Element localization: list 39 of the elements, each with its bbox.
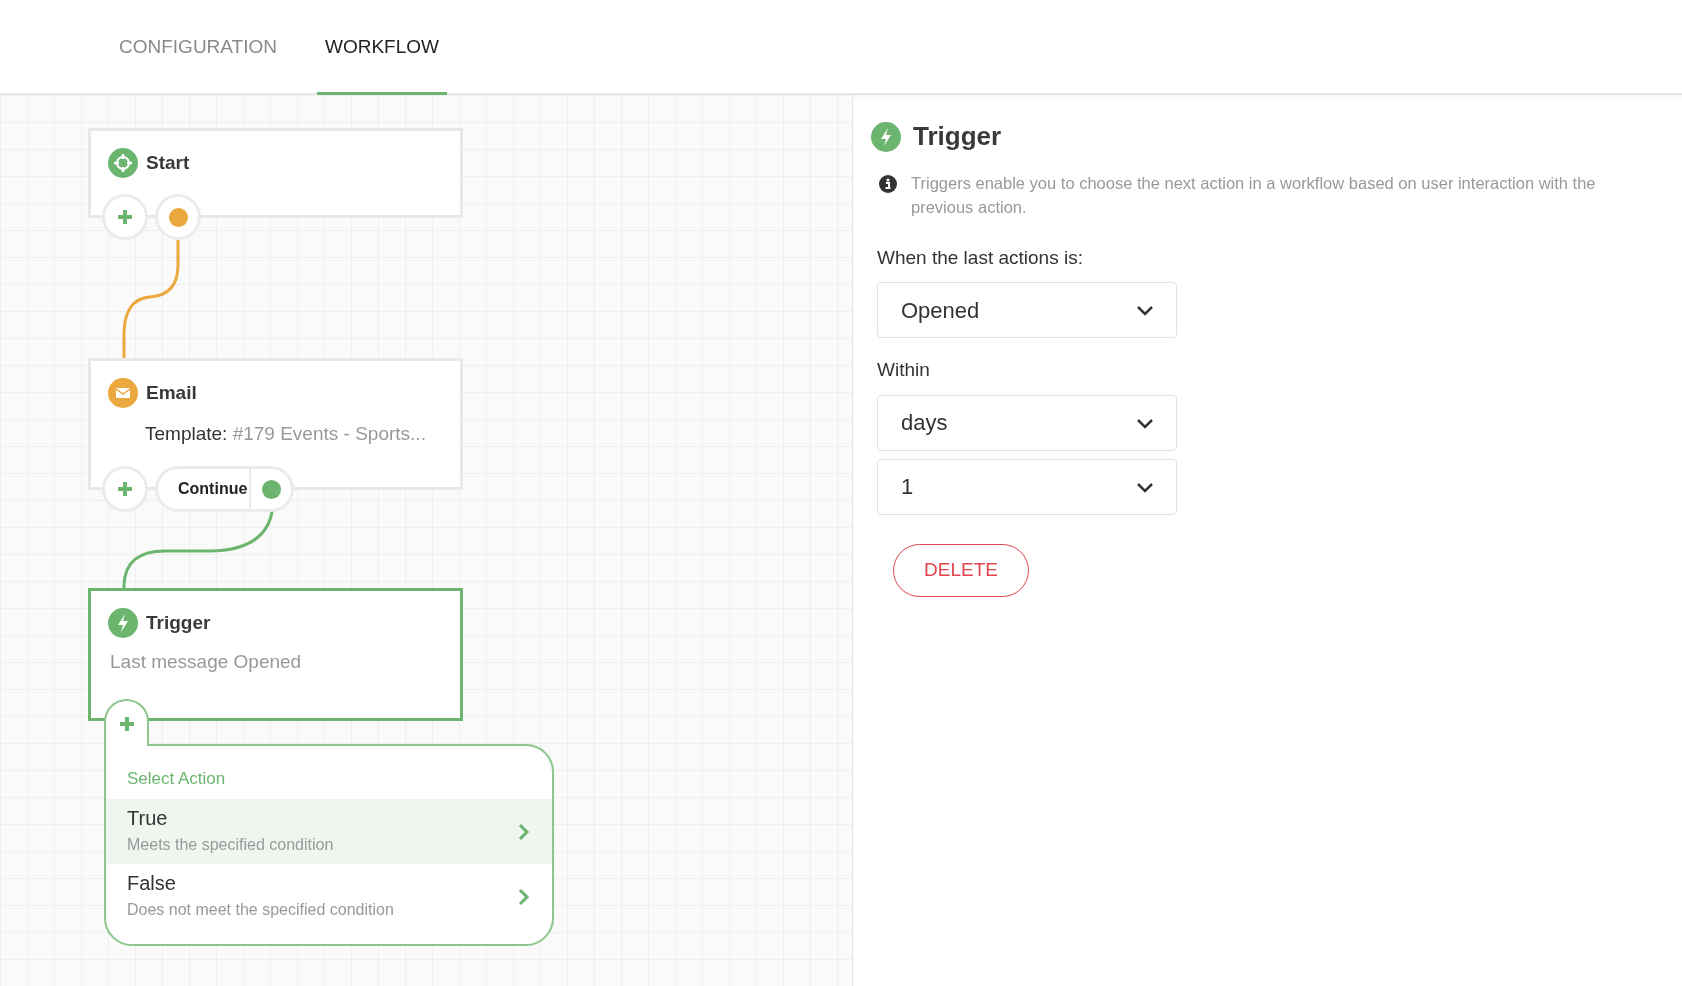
chevron-down-icon bbox=[1136, 304, 1154, 317]
option-label: False bbox=[127, 871, 177, 895]
node-title: Start bbox=[146, 150, 190, 175]
envelope-icon bbox=[108, 378, 138, 408]
select-field[interactable]: Opened bbox=[877, 282, 1177, 339]
menu-title: Select Action bbox=[126, 768, 226, 790]
delete-button[interactable]: DELETE bbox=[893, 543, 1029, 597]
menu-option[interactable]: True Meets the specified condition bbox=[106, 799, 552, 864]
field-label: Within bbox=[877, 358, 930, 383]
option-label: True bbox=[127, 806, 169, 830]
crosshair-icon bbox=[108, 148, 138, 178]
chevron-right-icon bbox=[518, 887, 530, 906]
plus-icon bbox=[116, 480, 134, 498]
menu-option[interactable]: False Does not meet the specified condition bbox=[106, 864, 552, 929]
node-title: Email bbox=[146, 380, 197, 405]
chevron-right-icon bbox=[518, 822, 530, 841]
template-text: Template: #179 Events - Sports... bbox=[144, 422, 427, 446]
continue-button[interactable]: Continue bbox=[155, 466, 251, 512]
field-label: When the last actions is: bbox=[877, 245, 1083, 270]
trigger-node[interactable]: Trigger Last message Opened bbox=[88, 588, 463, 721]
start-node[interactable]: Start bbox=[88, 128, 463, 218]
panel-title: Trigger bbox=[913, 120, 1002, 153]
info-text: Triggers enable you to choose the next action in a workflow based on user interaction with the previous action. bbox=[911, 173, 1597, 218]
plus-icon bbox=[116, 208, 134, 226]
option-description: Meets the specified condition bbox=[127, 835, 334, 855]
node-summary: Last message Opened bbox=[109, 650, 303, 674]
chevron-down-icon bbox=[1136, 480, 1154, 493]
output-port[interactable] bbox=[251, 466, 294, 512]
bolt-icon bbox=[108, 608, 138, 638]
info-icon bbox=[879, 175, 897, 193]
select-field[interactable]: 1 bbox=[877, 458, 1177, 515]
bolt-icon bbox=[871, 121, 901, 152]
output-port[interactable] bbox=[155, 194, 201, 240]
chevron-down-icon bbox=[1136, 416, 1154, 429]
add-button[interactable] bbox=[104, 699, 149, 746]
plus-icon bbox=[117, 714, 136, 733]
option-description: Does not meet the specified condition bbox=[127, 900, 394, 920]
node-title: Trigger bbox=[146, 610, 211, 635]
select-field[interactable]: days bbox=[877, 394, 1177, 451]
